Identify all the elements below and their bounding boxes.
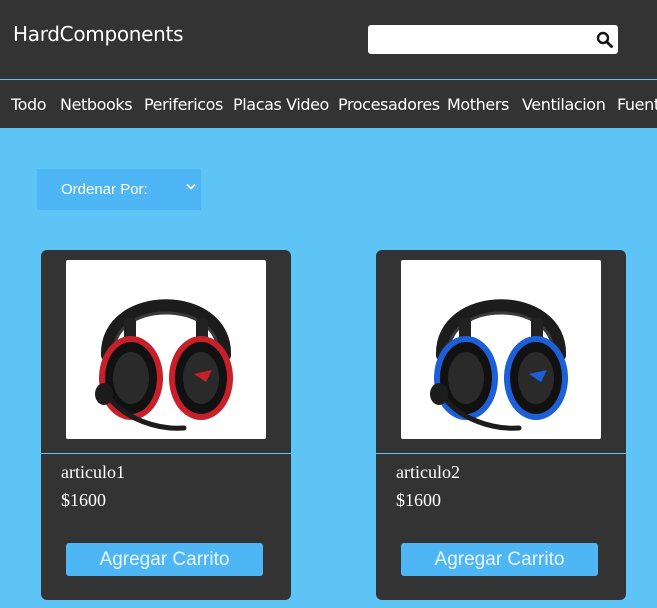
nav-item-mothers[interactable]: Mothers xyxy=(447,95,509,114)
sort-select[interactable]: Ordenar Por: xyxy=(37,169,201,210)
product-name[interactable]: articulo2 xyxy=(396,462,460,483)
card-divider xyxy=(41,453,291,454)
nav-item-placas-video[interactable]: Placas Video xyxy=(233,95,329,114)
product-card: articulo1 $1600 Agregar Carrito xyxy=(41,250,291,600)
product-price: $1600 xyxy=(61,490,106,510)
add-to-cart-button[interactable]: Agregar Carrito xyxy=(66,543,263,576)
product-image xyxy=(66,260,266,439)
search-bar[interactable] xyxy=(368,25,618,54)
category-nav: Todo Netbooks Perifericos Placas Video P… xyxy=(0,80,657,128)
product-price: $1600 xyxy=(396,490,441,510)
top-header: HardComponents xyxy=(0,0,657,80)
nav-item-perifericos[interactable]: Perifericos xyxy=(144,95,223,114)
nav-item-fuentes[interactable]: Fuent xyxy=(617,95,657,114)
headset-icon xyxy=(430,299,568,431)
chevron-down-icon[interactable] xyxy=(186,183,196,191)
product-card: articulo2 $1600 Agregar Carrito xyxy=(376,250,626,600)
headset-icon xyxy=(95,299,233,431)
card-divider xyxy=(376,453,626,454)
nav-item-netbooks[interactable]: Netbooks xyxy=(60,95,133,114)
search-input[interactable] xyxy=(374,29,588,52)
product-name[interactable]: articulo1 xyxy=(61,462,125,483)
brand-logo[interactable]: HardComponents xyxy=(13,22,184,46)
add-to-cart-button[interactable]: Agregar Carrito xyxy=(401,543,598,576)
nav-item-procesadores[interactable]: Procesadores xyxy=(338,95,440,114)
search-icon[interactable] xyxy=(596,31,613,48)
sort-select-label: Ordenar Por: xyxy=(61,181,148,198)
nav-item-todo[interactable]: Todo xyxy=(11,95,47,114)
product-image xyxy=(401,260,601,439)
nav-item-ventilacion[interactable]: Ventilacion xyxy=(522,95,606,114)
